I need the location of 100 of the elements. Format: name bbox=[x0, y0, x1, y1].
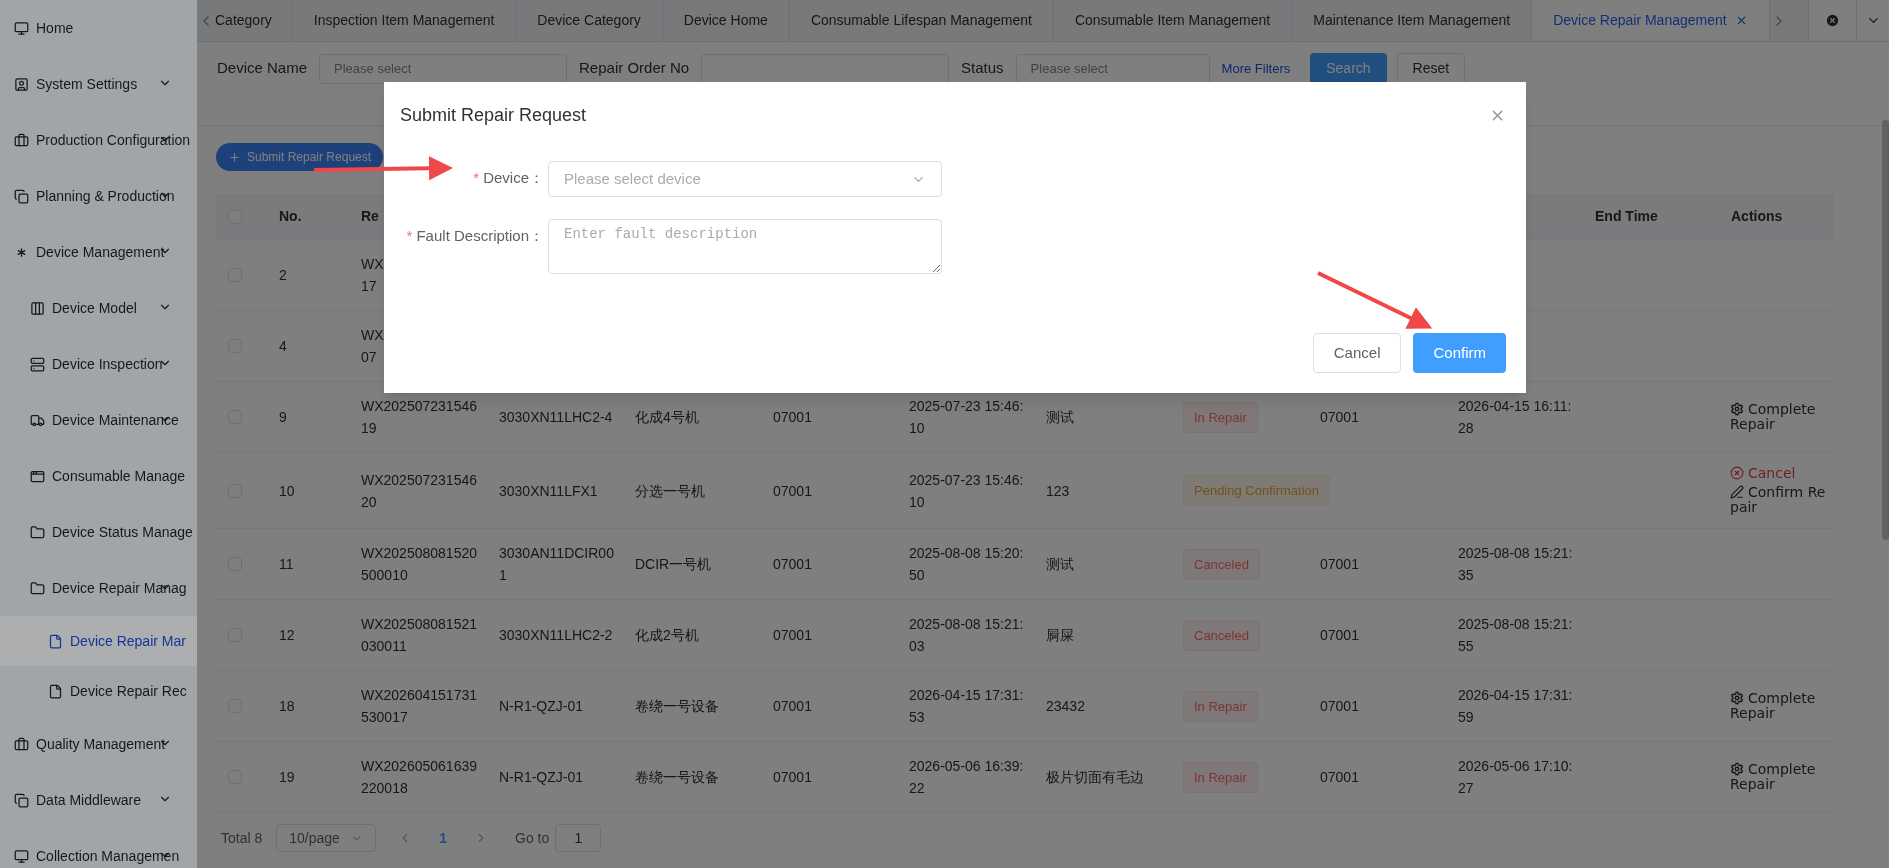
sidebar-item[interactable]: Consumable Manage bbox=[0, 448, 197, 504]
table-cell-text: WX 07 bbox=[361, 326, 385, 367]
table-cell-text: 07001 bbox=[1320, 626, 1360, 645]
table-cell-text: 123 bbox=[1046, 481, 1071, 501]
windows-icon bbox=[14, 188, 29, 204]
file-icon bbox=[48, 683, 63, 699]
sidebar-item[interactable]: Device Management bbox=[0, 224, 197, 280]
goto-page-field[interactable]: 1 bbox=[555, 824, 602, 852]
table-cell: 2 bbox=[279, 267, 287, 283]
close-all-button[interactable] bbox=[1808, 0, 1856, 41]
table-cell-text: 分选一号机 bbox=[635, 481, 706, 501]
column-header: End Time bbox=[1595, 208, 1658, 224]
table-cell-text: WX202605061639220018 bbox=[361, 757, 478, 798]
table-cell: 4 bbox=[279, 338, 287, 354]
table-cell: 18 bbox=[279, 698, 295, 714]
table-cell: 9 bbox=[279, 409, 287, 425]
complete-repair-link[interactable]: Complete Repair bbox=[1730, 402, 1829, 432]
table-cell-text: 2025-07-23 15:46:10 bbox=[909, 397, 1025, 438]
page-size-select[interactable]: 10/page bbox=[276, 824, 377, 852]
sidebar-item[interactable]: Device Repair Rec bbox=[0, 666, 197, 716]
tab[interactable]: Inspection Item Management bbox=[292, 0, 517, 41]
table-cell-text: 2025-07-23 15:46:10 bbox=[909, 470, 1025, 512]
tab[interactable]: Device Home bbox=[662, 0, 790, 41]
tab[interactable]: Consumable Lifespan Management bbox=[789, 0, 1054, 41]
table-cell-text: 3030AN11DCIR001 bbox=[499, 544, 615, 585]
table-cell-text: 2026-05-06 16:39:22 bbox=[909, 757, 1025, 798]
truck-icon bbox=[30, 412, 45, 428]
sidebar-item[interactable]: Device Model bbox=[0, 280, 197, 336]
tab[interactable]: Category bbox=[215, 0, 293, 41]
table-cell-text: N-R1-QZJ-01 bbox=[499, 768, 584, 787]
sidebar-item[interactable]: Device Status Manage bbox=[0, 504, 197, 560]
columns-icon bbox=[30, 300, 45, 316]
confirm-button[interactable]: Confirm bbox=[1413, 333, 1506, 373]
tab[interactable]: Device Repair Management bbox=[1532, 0, 1770, 41]
table-cell-text: 2026-05-06 17:10:27 bbox=[1458, 757, 1574, 798]
table-cell-text: 3030XN11LHC2-4 bbox=[499, 408, 614, 427]
table-cell-text: 07001 bbox=[1320, 697, 1360, 716]
sidebar-item[interactable]: Planning & Production bbox=[0, 168, 197, 224]
complete-repair-link[interactable]: Complete Repair bbox=[1730, 762, 1829, 792]
table-cell-text: 化成2号机 bbox=[635, 626, 700, 645]
monitor-icon bbox=[14, 848, 29, 864]
table-cell-text: 极片切面有毛边 bbox=[1046, 768, 1145, 787]
sidebar-item[interactable]: Production Configuration bbox=[0, 112, 197, 168]
close-circle-icon bbox=[1825, 13, 1840, 28]
table-cell-text: 07001 bbox=[773, 481, 813, 501]
field-label: Status bbox=[961, 58, 1004, 79]
folder-icon bbox=[30, 580, 45, 596]
table-cell-text: 2025-08-08 15:21:03 bbox=[909, 615, 1025, 656]
confirm-repair-link[interactable]: Confirm Repair bbox=[1730, 485, 1829, 515]
status-tag: In Repair bbox=[1183, 690, 1258, 722]
total-count: Total 8 bbox=[221, 828, 263, 848]
table-cell-text: 07001 bbox=[773, 555, 813, 574]
fault-description-field[interactable]: Enter fault description bbox=[548, 219, 942, 274]
scrollbar[interactable] bbox=[1882, 120, 1889, 540]
table-cell-text: 3030XN11LHC2-2 bbox=[499, 626, 614, 645]
cancel-link[interactable]: Cancel bbox=[1730, 466, 1829, 481]
submit-repair-request-button[interactable]: Submit Repair Request bbox=[216, 143, 384, 171]
sidebar-item[interactable]: System Settings bbox=[0, 56, 197, 112]
more-filters-link[interactable]: More Filters bbox=[1221, 58, 1291, 79]
table-cell-text: 卷绕一号设备 bbox=[635, 768, 720, 787]
table-cell-text: 2025-08-08 15:21:55 bbox=[1458, 615, 1574, 656]
folder-icon bbox=[30, 524, 45, 540]
file-icon bbox=[48, 633, 63, 649]
status-tag: Pending Confirmation bbox=[1183, 475, 1331, 506]
dialog-title: Submit Repair Request bbox=[400, 104, 587, 127]
sidebar-item[interactable]: Device Maintenance bbox=[0, 392, 197, 448]
server-icon bbox=[30, 356, 45, 372]
status-tag: In Repair bbox=[1183, 401, 1258, 433]
gear-icon bbox=[1730, 402, 1744, 416]
sidebar-item[interactable]: Home bbox=[0, 0, 197, 56]
table-cell-text: 2026-04-15 16:11:28 bbox=[1458, 397, 1573, 438]
monitor-icon bbox=[14, 20, 29, 36]
sidebar-item[interactable]: Device Repair Manag bbox=[0, 560, 197, 616]
device-select[interactable]: Please select device bbox=[548, 161, 942, 197]
windows-icon bbox=[14, 792, 29, 808]
sidebar-item[interactable]: Device Repair Mar bbox=[0, 616, 197, 666]
sidebar-item[interactable]: Collection Managemen bbox=[0, 828, 197, 868]
table-cell-text: 07001 bbox=[1320, 408, 1360, 427]
sidebar-item[interactable]: Device Inspection bbox=[0, 336, 197, 392]
column-header: Re bbox=[361, 208, 379, 224]
table-cell-text: WX202508081520500010 bbox=[361, 544, 478, 585]
gear-icon bbox=[1730, 691, 1744, 705]
sidebar-item[interactable]: Data Middleware bbox=[0, 772, 197, 828]
reset-button[interactable]: Reset bbox=[1396, 52, 1466, 85]
status-tag: In Repair bbox=[1183, 761, 1258, 793]
table-cell-text: 测试 bbox=[1046, 408, 1075, 427]
tab[interactable]: Consumable Item Management bbox=[1053, 0, 1293, 41]
sidebar-item[interactable]: Quality Management bbox=[0, 716, 197, 772]
table-cell-text: 化成4号机 bbox=[635, 408, 700, 427]
table-cell-text: WX202508081521030011 bbox=[361, 615, 478, 656]
table-cell-text: 卷绕一号设备 bbox=[635, 697, 720, 716]
complete-repair-link[interactable]: Complete Repair bbox=[1730, 691, 1829, 721]
table-cell-text: 2026-04-15 17:31:59 bbox=[1458, 686, 1574, 727]
status-tag: Canceled bbox=[1183, 548, 1260, 580]
briefcase-icon bbox=[14, 736, 29, 752]
briefcase-icon bbox=[14, 132, 29, 148]
cancel-button[interactable]: Cancel bbox=[1312, 333, 1402, 373]
plus-icon bbox=[228, 150, 241, 164]
goto-label: Go to bbox=[515, 828, 550, 848]
tab[interactable]: Device Category bbox=[516, 0, 663, 41]
